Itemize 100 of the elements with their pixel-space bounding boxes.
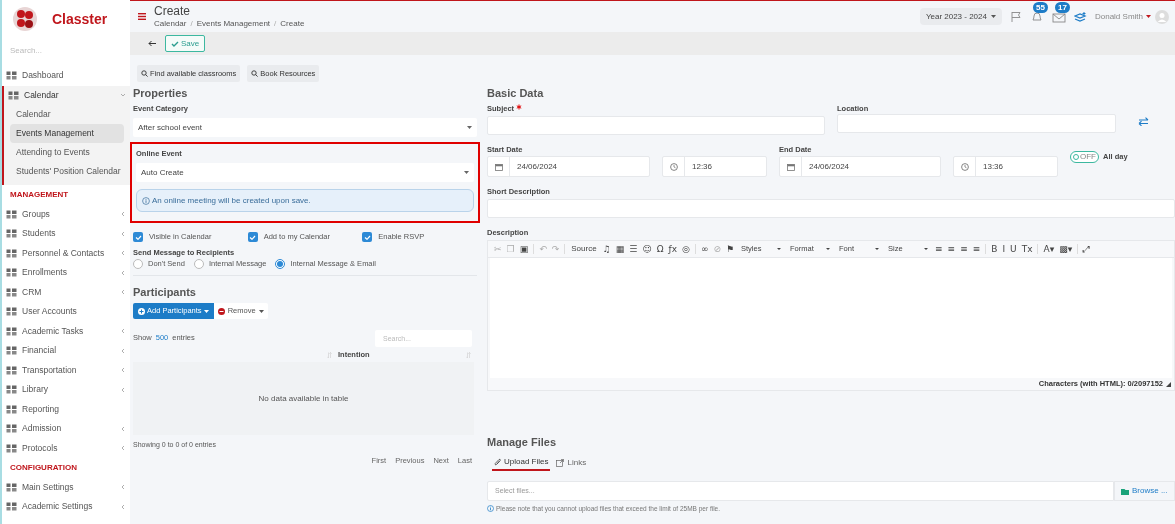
sidebar-item[interactable]: Protocols bbox=[2, 438, 130, 458]
sidebar-item[interactable]: Academic Tasks bbox=[2, 321, 130, 341]
sidebar-item[interactable]: Groups bbox=[2, 204, 130, 224]
swap-icon[interactable] bbox=[1138, 117, 1149, 126]
toolbar-button[interactable]: ⚑ bbox=[723, 244, 737, 254]
radio-button[interactable] bbox=[275, 259, 286, 269]
radio-button[interactable] bbox=[133, 259, 143, 269]
toolbar-button[interactable]: ≡ bbox=[945, 244, 958, 254]
toolbar-button[interactable]: Tx bbox=[1019, 244, 1035, 254]
user-menu[interactable]: Donald Smith bbox=[1094, 10, 1151, 23]
input-field[interactable] bbox=[487, 199, 1175, 218]
clock-icon bbox=[960, 162, 969, 171]
check-icon bbox=[171, 40, 179, 47]
grid-icon bbox=[6, 287, 17, 297]
search-field[interactable]: Search... bbox=[10, 42, 120, 58]
checkbox[interactable] bbox=[133, 232, 143, 242]
browse-button[interactable]: Browse ... bbox=[1114, 481, 1175, 501]
toggle-switch[interactable]: OFF bbox=[1070, 151, 1099, 163]
chevron-icon bbox=[120, 92, 126, 99]
sidebar-item[interactable]: Reporting bbox=[2, 399, 130, 419]
grid-icon bbox=[6, 502, 17, 512]
sidebar-item[interactable]: Financial bbox=[2, 341, 130, 361]
breadcrumb-link[interactable]: Calendar bbox=[154, 20, 187, 28]
chevron-icon bbox=[120, 211, 126, 218]
input-field[interactable]: 24/06/2024 bbox=[487, 156, 650, 177]
sidebar-item[interactable]: Students bbox=[2, 224, 130, 244]
tab[interactable]: Links bbox=[554, 454, 589, 471]
toolbar-button[interactable]: ƒx bbox=[666, 244, 680, 254]
back-arrow-icon[interactable] bbox=[148, 40, 157, 47]
toolbar-button[interactable]: ♫ bbox=[600, 244, 613, 254]
input-field[interactable]: 24/06/2024 bbox=[779, 156, 941, 177]
breadcrumb-link[interactable]: Events Management bbox=[196, 20, 271, 28]
toolbar-button[interactable]: Ω bbox=[654, 244, 666, 254]
check-icon bbox=[363, 234, 371, 240]
year-dropdown[interactable]: Year 2023 - 2024 bbox=[919, 8, 1002, 25]
caret-icon bbox=[875, 248, 880, 250]
layers-icon[interactable] bbox=[1073, 10, 1087, 23]
input-field[interactable] bbox=[487, 116, 825, 135]
bell-icon[interactable] bbox=[1029, 10, 1044, 23]
grid-icon bbox=[6, 385, 17, 395]
sidebar-item[interactable]: Transportation bbox=[2, 360, 130, 380]
input-field[interactable]: 12:36 bbox=[662, 156, 767, 177]
toolbar-button[interactable]: ▩▾ bbox=[1057, 244, 1075, 254]
sidebar-item[interactable]: Calendar bbox=[4, 85, 130, 105]
grid-icon bbox=[6, 482, 17, 492]
flag-icon[interactable] bbox=[1009, 10, 1022, 23]
toolbar-button[interactable]: ∞ bbox=[698, 244, 711, 254]
sidebar-item[interactable]: Admission bbox=[2, 419, 130, 439]
toolbar-button[interactable]: ⤢ bbox=[1081, 244, 1093, 254]
grid-icon bbox=[6, 365, 17, 375]
caret-icon bbox=[1146, 15, 1151, 18]
count-badge: 55 bbox=[1032, 1, 1048, 13]
tab[interactable]: Upload Files bbox=[492, 454, 551, 471]
toolbar-button[interactable]: A▾ bbox=[1041, 244, 1057, 254]
toolbar-button[interactable]: ☺ bbox=[640, 244, 654, 254]
checkbox[interactable] bbox=[362, 232, 373, 242]
sidebar-item[interactable]: Enrollments bbox=[2, 263, 130, 283]
grid-icon bbox=[6, 71, 17, 81]
select-field[interactable]: After school event bbox=[133, 118, 477, 137]
submenu-item[interactable]: Students' Position Calendar bbox=[10, 162, 124, 181]
toolbar-button[interactable]: ▦ bbox=[613, 244, 627, 254]
input-field[interactable] bbox=[837, 114, 1116, 133]
caret-icon bbox=[777, 248, 782, 250]
submenu-item[interactable]: Attending to Events bbox=[10, 143, 124, 162]
envelope-icon[interactable] bbox=[1051, 10, 1066, 23]
toolbar-button[interactable]: ≡ bbox=[933, 244, 945, 254]
avatar-icon bbox=[1155, 9, 1169, 24]
sort-icon bbox=[466, 351, 471, 359]
search-icon bbox=[251, 70, 259, 77]
caret-icon bbox=[990, 15, 996, 18]
section-heading: Participants bbox=[133, 285, 197, 300]
external-link-icon bbox=[556, 458, 565, 467]
sidebar-item[interactable]: Main Settings bbox=[2, 477, 130, 497]
input-field[interactable]: 13:36 bbox=[953, 156, 1058, 177]
sidebar-item[interactable]: Dashboard bbox=[2, 66, 130, 86]
chevron-icon bbox=[120, 386, 126, 393]
sidebar-item[interactable]: Academic Settings bbox=[2, 497, 130, 517]
toolbar-button[interactable]: B bbox=[989, 244, 1000, 254]
sidebar-item[interactable]: Library bbox=[2, 380, 130, 400]
toolbar-button[interactable]: ▣ bbox=[517, 244, 531, 254]
grid-icon bbox=[8, 90, 19, 100]
sidebar-item[interactable]: CRM bbox=[2, 282, 130, 302]
source-button[interactable]: Source bbox=[568, 243, 600, 255]
toolbar-button[interactable]: ≡ bbox=[970, 244, 983, 254]
toolbar-button[interactable]: U bbox=[1008, 244, 1019, 254]
toolbar-button[interactable]: ≡ bbox=[958, 244, 970, 254]
toolbar-button[interactable]: ☰ bbox=[627, 244, 640, 254]
sidebar-item[interactable]: Personnel & Contacts bbox=[2, 243, 130, 263]
checkbox[interactable] bbox=[247, 232, 258, 242]
toolbar-button[interactable]: ◎ bbox=[680, 244, 692, 254]
menu-icon[interactable] bbox=[138, 13, 146, 20]
toolbar-button[interactable]: I bbox=[1000, 244, 1008, 254]
clock-icon bbox=[669, 162, 678, 171]
submenu-item[interactable]: Events Management bbox=[10, 124, 124, 143]
calendar-icon bbox=[786, 162, 795, 171]
submenu-item[interactable]: Calendar bbox=[10, 105, 124, 124]
radio-button[interactable] bbox=[193, 259, 204, 269]
page-title: Create bbox=[154, 5, 192, 17]
sidebar-item[interactable]: User Accounts bbox=[2, 302, 130, 322]
select-field[interactable]: Auto Create bbox=[136, 163, 474, 182]
